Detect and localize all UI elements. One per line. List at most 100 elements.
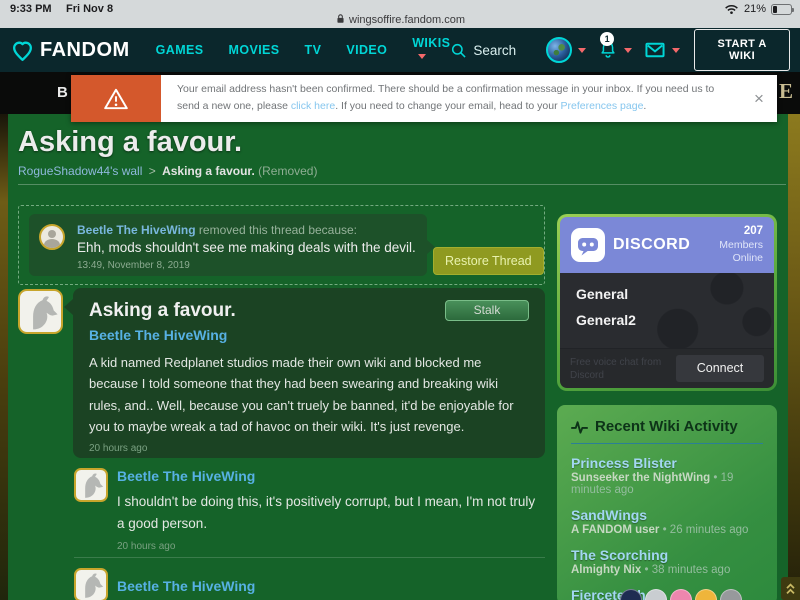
warning-icon-block bbox=[71, 75, 161, 122]
back-to-top-button[interactable] bbox=[781, 577, 800, 600]
removed-status: (Removed) bbox=[258, 164, 317, 178]
background-art-left bbox=[0, 114, 8, 600]
discord-connect-button[interactable]: Connect bbox=[676, 355, 764, 382]
removed-thread-notice: Beetle The HiveWing removed this thread … bbox=[18, 205, 545, 285]
battery-icon bbox=[771, 4, 792, 15]
chevrons-up-icon bbox=[785, 582, 796, 596]
fandom-logo[interactable]: FANDOM bbox=[10, 38, 130, 63]
dragon-avatar-icon bbox=[77, 471, 105, 499]
start-a-wiki-button[interactable]: START A WIKI bbox=[694, 29, 790, 71]
breadcrumb: RogueShadow44's wall > Asking a favour. … bbox=[18, 164, 317, 178]
thread-author-avatar[interactable] bbox=[18, 289, 63, 334]
restore-thread-button[interactable]: Restore Thread bbox=[433, 247, 544, 275]
activity-item: SandWings A FANDOM user • 26 minutes ago bbox=[571, 507, 763, 536]
search-label: Search bbox=[473, 43, 516, 58]
removal-reason-card: Beetle The HiveWing removed this thread … bbox=[29, 214, 427, 276]
avatar[interactable] bbox=[620, 589, 642, 600]
preferences-page-link[interactable]: Preferences page bbox=[561, 100, 644, 112]
activity-page-link[interactable]: Princess Blister bbox=[571, 455, 763, 471]
discord-channel[interactable]: General2 bbox=[560, 307, 774, 333]
nav-link-games[interactable]: GAMES bbox=[156, 43, 204, 57]
email-confirmation-banner: Your email address hasn't been confirmed… bbox=[71, 75, 777, 122]
discord-members-online: 207 Members Online bbox=[707, 224, 763, 266]
removal-timestamp: 13:49, November 8, 2019 bbox=[77, 260, 190, 271]
background-art-right bbox=[788, 114, 800, 600]
reply-author-link[interactable]: Beetle The HiveWing bbox=[117, 468, 255, 484]
dragon-avatar-icon bbox=[77, 571, 105, 599]
discord-wordmark: DISCORD bbox=[613, 236, 690, 254]
wordmark-fragment-right: E bbox=[779, 79, 793, 104]
reply-author-link[interactable]: Beetle The HiveWing bbox=[117, 578, 255, 594]
wifi-icon bbox=[724, 3, 739, 15]
thread-author-link[interactable]: Beetle The HiveWing bbox=[89, 327, 227, 343]
banner-message: Your email address hasn't been confirmed… bbox=[161, 75, 741, 122]
user-avatar[interactable] bbox=[546, 37, 572, 63]
page-title: Asking a favour. bbox=[18, 126, 242, 159]
stalk-button[interactable]: Stalk bbox=[445, 300, 529, 321]
avatar[interactable] bbox=[670, 589, 692, 600]
search-icon bbox=[450, 42, 467, 59]
nav-link-movies[interactable]: MOVIES bbox=[229, 43, 280, 57]
nav-link-wikis[interactable]: WIKIS bbox=[412, 36, 450, 64]
activity-user: Sunseeker the NightWing bbox=[571, 472, 710, 484]
breadcrumb-wall-link[interactable]: RogueShadow44's wall bbox=[18, 164, 142, 178]
avatar[interactable] bbox=[695, 589, 717, 600]
activity-page-link[interactable]: SandWings bbox=[571, 507, 763, 523]
recent-wiki-activity-module: Recent Wiki Activity Princess Blister Su… bbox=[557, 405, 777, 600]
removal-reason: Ehh, mods shouldn't see me making deals … bbox=[77, 240, 416, 255]
moderator-avatar[interactable] bbox=[39, 224, 65, 250]
nav-links: GAMES MOVIES TV VIDEO WIKIS bbox=[156, 36, 451, 64]
reply-body: I shouldn't be doing this, it's positive… bbox=[117, 491, 545, 536]
breadcrumb-current: Asking a favour. bbox=[162, 164, 255, 178]
activity-user: A FANDOM user bbox=[571, 524, 659, 536]
reply-author-avatar[interactable] bbox=[74, 468, 108, 502]
reply-1: Beetle The HiveWing I shouldn't be doing… bbox=[117, 468, 545, 552]
reply-author-avatar[interactable] bbox=[74, 568, 108, 600]
url-text: wingsoffire.fandom.com bbox=[349, 14, 465, 26]
fandom-heart-icon bbox=[10, 38, 35, 63]
user-menu[interactable] bbox=[546, 37, 586, 63]
search-button[interactable]: Search bbox=[450, 42, 516, 59]
fandom-navbar: FANDOM GAMES MOVIES TV VIDEO WIKIS Searc… bbox=[0, 28, 800, 72]
battery-percent: 21% bbox=[744, 3, 766, 15]
close-icon[interactable]: × bbox=[741, 75, 777, 122]
messages-menu[interactable] bbox=[644, 41, 680, 59]
fandom-wordmark: FANDOM bbox=[40, 39, 130, 62]
activity-item: Princess Blister Sunseeker the NightWing… bbox=[571, 455, 763, 496]
address-bar[interactable]: wingsoffire.fandom.com bbox=[0, 13, 800, 26]
discord-widget: DISCORD 207 Members Online General Gener… bbox=[557, 214, 777, 391]
nav-link-video[interactable]: VIDEO bbox=[346, 43, 387, 57]
reply-2: Beetle The HiveWing bbox=[117, 578, 545, 596]
lock-icon bbox=[335, 13, 346, 24]
thread-title: Asking a favour. bbox=[89, 300, 236, 322]
thread-card: Asking a favour. Stalk Beetle The HiveWi… bbox=[73, 288, 545, 458]
discord-footer-text: Free voice chat from Discord bbox=[570, 356, 670, 382]
divider bbox=[18, 184, 786, 185]
notifications-menu[interactable]: 1 bbox=[598, 39, 632, 61]
speech-pointer bbox=[64, 299, 73, 315]
ipad-screen: 9:33 PM Fri Nov 8 wingsoffire.fandom.com… bbox=[0, 0, 800, 600]
activity-time: • 26 minutes ago bbox=[659, 524, 748, 536]
thread-timestamp: 20 hours ago bbox=[89, 443, 529, 454]
chat-member-avatars bbox=[620, 589, 742, 600]
discord-channel[interactable]: General bbox=[560, 281, 774, 307]
status-bar: 9:33 PM Fri Nov 8 wingsoffire.fandom.com… bbox=[0, 0, 800, 28]
nav-link-tv[interactable]: TV bbox=[305, 43, 322, 57]
chevron-down-icon bbox=[418, 54, 426, 59]
avatar[interactable] bbox=[720, 589, 742, 600]
discord-header: DISCORD 207 Members Online bbox=[560, 217, 774, 273]
divider bbox=[74, 557, 545, 558]
discord-footer: Free voice chat from Discord Connect bbox=[560, 348, 774, 388]
thread-body: A kid named Redplanet studios made their… bbox=[89, 352, 529, 438]
moderator-link[interactable]: Beetle The HiveWing bbox=[77, 223, 196, 237]
click-here-link[interactable]: click here bbox=[291, 100, 335, 112]
discord-channel-list: General General2 bbox=[560, 273, 774, 348]
activity-item: The Scorching Almighty Nix • 38 minutes … bbox=[571, 547, 763, 576]
divider bbox=[571, 443, 763, 444]
activity-page-link[interactable]: The Scorching bbox=[571, 547, 763, 563]
chevron-down-icon bbox=[672, 48, 680, 53]
reply-timestamp: 20 hours ago bbox=[117, 541, 545, 552]
avatar[interactable] bbox=[645, 589, 667, 600]
dragon-avatar-icon bbox=[22, 293, 60, 331]
chevron-down-icon bbox=[578, 48, 586, 53]
